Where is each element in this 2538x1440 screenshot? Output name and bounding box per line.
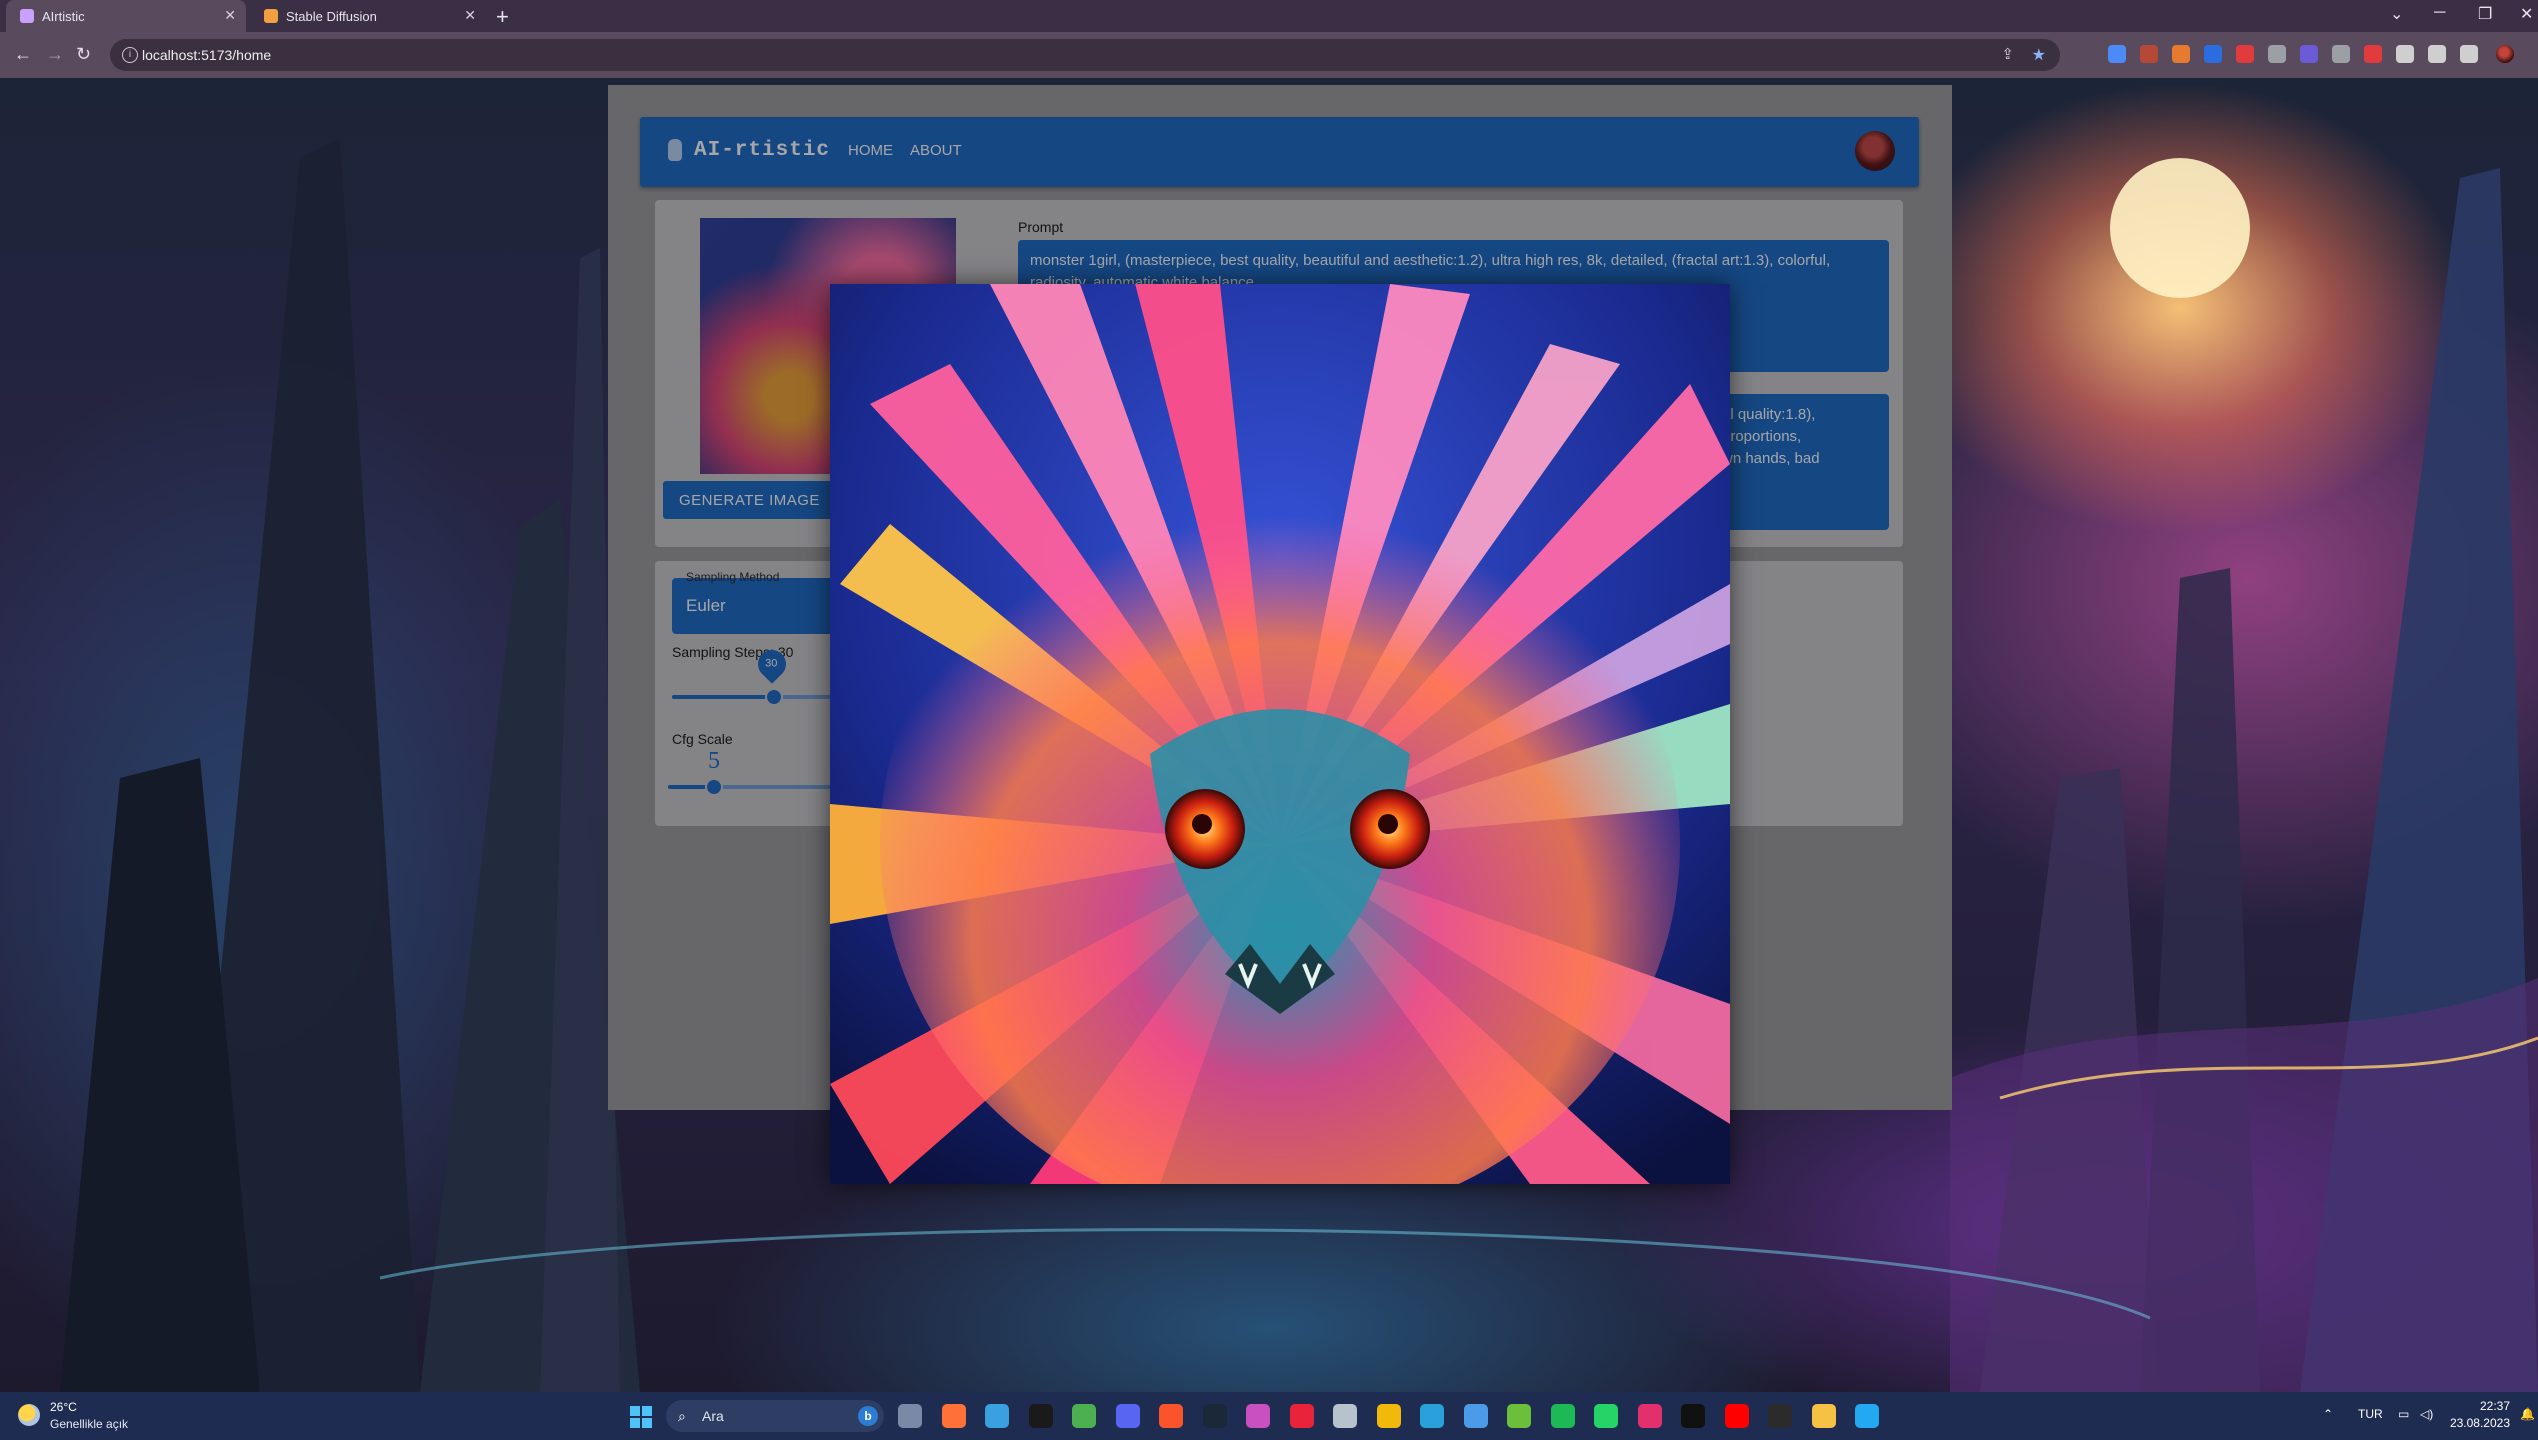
opera-gx-icon[interactable] bbox=[1289, 1404, 1314, 1428]
browser-extension-icon[interactable] bbox=[2236, 45, 2254, 63]
browser-extension-icon[interactable] bbox=[2300, 45, 2318, 63]
weather-temperature[interactable]: 26°C bbox=[50, 1400, 77, 1414]
shield-icon[interactable] bbox=[1333, 1404, 1357, 1428]
language-indicator[interactable]: TUR bbox=[2358, 1407, 2383, 1421]
browser-extension-icon[interactable] bbox=[2172, 45, 2190, 63]
close-tab-icon[interactable]: ✕ bbox=[224, 7, 236, 24]
address-toolbar: ← → ↻ i localhost:5173/home ⇪ ★ bbox=[0, 32, 2538, 78]
reload-icon[interactable]: ↻ bbox=[76, 44, 91, 65]
new-tab-icon[interactable]: + bbox=[496, 4, 509, 30]
browser-extension-icon[interactable] bbox=[2140, 45, 2158, 63]
bing-icon[interactable]: b bbox=[858, 1406, 878, 1426]
taskbar-search[interactable]: ⌕ Ara b bbox=[666, 1400, 884, 1432]
clock-date: 23.08.2023 bbox=[2449, 1416, 2510, 1430]
vscode-icon[interactable] bbox=[1855, 1404, 1879, 1428]
back-icon[interactable]: ← bbox=[14, 44, 32, 65]
chrome-icon[interactable] bbox=[1072, 1404, 1096, 1428]
windows-taskbar: 26°C Genellikle açık ⌕ Ara b ⌃ TUR ▭ ◁) … bbox=[0, 1392, 2538, 1440]
tab-search-chevron-icon[interactable]: ⌄ bbox=[2390, 4, 2403, 24]
firefox-icon[interactable] bbox=[941, 1404, 966, 1428]
tab-favicon-icon bbox=[264, 9, 278, 23]
terminal-icon[interactable] bbox=[1768, 1404, 1792, 1428]
browser-extension-icon[interactable] bbox=[2364, 45, 2382, 63]
start-button[interactable] bbox=[630, 1406, 652, 1428]
browser-extension-icon[interactable] bbox=[2268, 45, 2286, 63]
spotify-icon[interactable] bbox=[1550, 1404, 1575, 1428]
tiktok-icon[interactable] bbox=[1681, 1404, 1705, 1428]
mail-icon[interactable] bbox=[1463, 1404, 1488, 1428]
notification-bell-icon[interactable]: 🔔 bbox=[2520, 1407, 2535, 1421]
browser-extension-icon[interactable] bbox=[2460, 45, 2478, 63]
whatsapp-icon[interactable] bbox=[1594, 1404, 1618, 1428]
url-bar[interactable]: i localhost:5173/home ⇪ ★ bbox=[110, 39, 2060, 71]
generated-image-preview[interactable] bbox=[830, 284, 1730, 1184]
close-window-icon[interactable]: ✕ bbox=[2520, 4, 2533, 24]
search-placeholder: Ara bbox=[702, 1408, 724, 1424]
search-icon: ⌕ bbox=[678, 1408, 686, 1424]
system-clock[interactable]: 22:37 23.08.2023 bbox=[2450, 1398, 2510, 1432]
discord-icon[interactable] bbox=[1115, 1404, 1140, 1428]
browser-extension-icon[interactable] bbox=[2332, 45, 2350, 63]
browser-tab-strip: AIrtistic ✕ Stable Diffusion ✕ + ⌄ ─ ❐ ✕ bbox=[0, 0, 2538, 32]
tab-title: Stable Diffusion bbox=[286, 8, 377, 24]
maximize-icon[interactable]: ❐ bbox=[2478, 4, 2492, 24]
remote-desktop-icon[interactable] bbox=[985, 1404, 1009, 1428]
windows-logo-icon bbox=[630, 1406, 640, 1416]
weather-icon[interactable] bbox=[18, 1404, 40, 1426]
brave-icon[interactable] bbox=[1159, 1404, 1183, 1428]
browser-extension-icon[interactable] bbox=[2428, 45, 2446, 63]
chevron-up-icon[interactable]: ⌃ bbox=[2323, 1407, 2333, 1421]
bookmark-star-icon[interactable]: ★ bbox=[2032, 45, 2046, 65]
url-text[interactable]: localhost:5173/home bbox=[142, 47, 271, 63]
minimize-icon[interactable]: ─ bbox=[2434, 4, 2445, 22]
volume-icon[interactable]: ◁) bbox=[2420, 1407, 2433, 1421]
tab-stable-diffusion[interactable]: Stable Diffusion ✕ bbox=[250, 0, 486, 32]
steam-icon[interactable] bbox=[1202, 1404, 1227, 1428]
clock-time: 22:37 bbox=[2479, 1399, 2510, 1413]
forward-icon[interactable]: → bbox=[46, 44, 64, 65]
youtube-icon[interactable] bbox=[1724, 1404, 1749, 1428]
tab-favicon-icon bbox=[20, 9, 34, 23]
profile-avatar-icon[interactable] bbox=[2496, 45, 2514, 63]
droplet-icon[interactable] bbox=[1246, 1404, 1270, 1428]
file-explorer-view-icon[interactable] bbox=[898, 1404, 922, 1428]
share-icon[interactable]: ⇪ bbox=[2001, 45, 2014, 63]
folder-icon[interactable] bbox=[1811, 1404, 1836, 1428]
tab-title: AIrtistic bbox=[42, 8, 85, 24]
binance-icon[interactable] bbox=[1376, 1404, 1401, 1428]
tab-airtistic[interactable]: AIrtistic ✕ bbox=[6, 0, 246, 32]
browser-extension-icon[interactable] bbox=[2204, 45, 2222, 63]
fractal-monster-artwork bbox=[830, 284, 1730, 1184]
weather-description[interactable]: Genellikle açık bbox=[50, 1417, 128, 1431]
instagram-icon[interactable] bbox=[1637, 1404, 1662, 1428]
xbox-icon[interactable] bbox=[1507, 1404, 1531, 1428]
telegram-icon[interactable] bbox=[1420, 1404, 1444, 1428]
close-tab-icon[interactable]: ✕ bbox=[464, 7, 476, 24]
browser-extension-icon[interactable] bbox=[2108, 45, 2126, 63]
opera-icon[interactable] bbox=[1028, 1404, 1053, 1428]
browser-extension-icon[interactable] bbox=[2396, 45, 2414, 63]
network-icon[interactable]: ▭ bbox=[2398, 1407, 2409, 1421]
site-info-icon[interactable]: i bbox=[122, 47, 138, 63]
